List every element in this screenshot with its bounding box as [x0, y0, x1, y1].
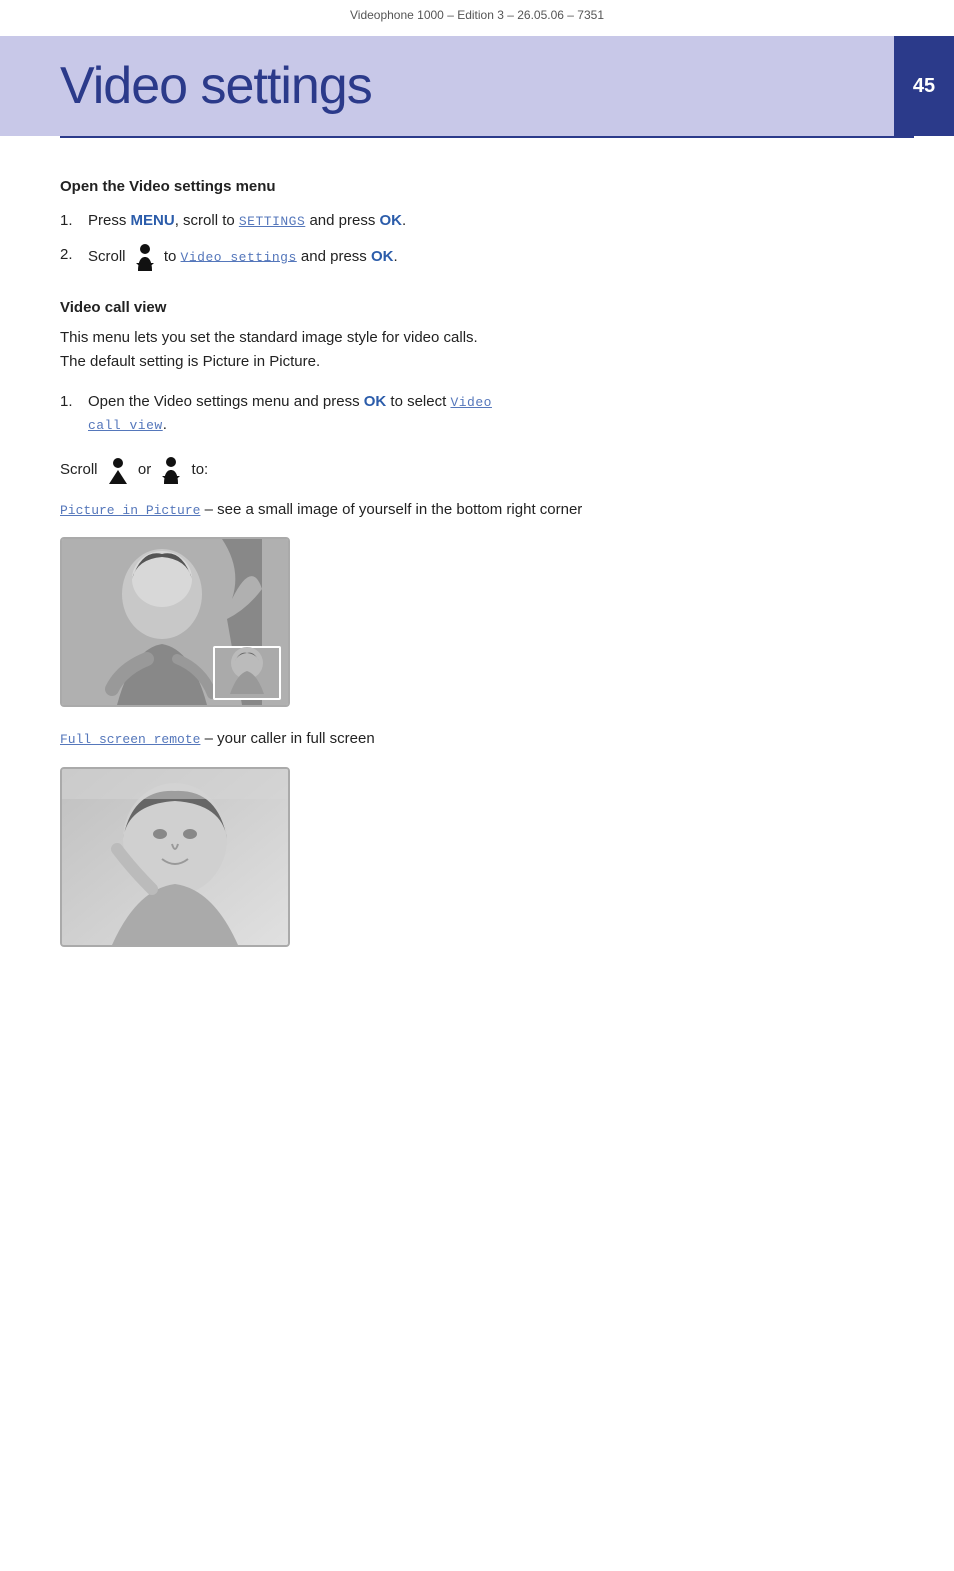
settings-link: SETTINGS — [239, 214, 305, 229]
vcv-step-1-content: Open the Video settings menu and press O… — [88, 390, 894, 437]
video-call-view-heading: Video call view — [60, 299, 894, 316]
video-settings-link: Video settings — [181, 249, 297, 264]
pip-label: Picture in Picture — [60, 503, 200, 518]
pip-desc-line: Picture in Picture – see a small image o… — [60, 498, 894, 521]
step-2-content: Scroll to Video settings and press OK. — [88, 243, 894, 271]
step-1: 1. Press MENU, scroll to SETTINGS and pr… — [60, 209, 894, 233]
fsr-desc-text: – your caller in full screen — [205, 730, 375, 747]
menu-keyword: MENU — [131, 212, 175, 229]
header-title: Videophone 1000 – Edition 3 – 26.05.06 –… — [350, 8, 604, 22]
pip-svg — [62, 539, 288, 705]
ok-keyword-2: OK — [371, 247, 394, 264]
vcv-step-1: 1. Open the Video settings menu and pres… — [60, 390, 894, 437]
vcv-step-1-num: 1. — [60, 390, 88, 414]
ok-keyword-1: OK — [380, 212, 403, 229]
step-2: 2. Scroll to Video settings and press OK… — [60, 243, 894, 271]
scroll-icons-line: Scroll or to: — [60, 456, 894, 484]
scroll-down-icon-2 — [157, 456, 185, 484]
title-text-area: Video settings — [0, 36, 894, 136]
fsr-illustration — [60, 767, 290, 947]
vcv-steps: 1. Open the Video settings menu and pres… — [60, 390, 894, 437]
fsr-svg — [62, 769, 288, 945]
header-bar: Videophone 1000 – Edition 3 – 26.05.06 –… — [0, 0, 954, 26]
main-content: Open the Video settings menu 1. Press ME… — [0, 138, 954, 1007]
open-menu-steps: 1. Press MENU, scroll to SETTINGS and pr… — [60, 209, 894, 271]
video-call-view-desc: This menu lets you set the standard imag… — [60, 326, 894, 374]
fsr-label: Full screen remote — [60, 732, 200, 747]
step-1-num: 1. — [60, 209, 88, 233]
step-1-content: Press MENU, scroll to SETTINGS and press… — [88, 209, 894, 232]
fsr-desc-line: Full screen remote – your caller in full… — [60, 727, 894, 750]
page-number-tab: 45 — [894, 36, 954, 136]
open-menu-heading: Open the Video settings menu — [60, 178, 894, 195]
ok-keyword-3: OK — [364, 393, 387, 410]
step-2-num: 2. — [60, 243, 88, 267]
title-section: Video settings 45 — [0, 36, 954, 136]
scroll-down-icon — [131, 243, 159, 271]
page-title: Video settings — [60, 56, 372, 116]
pip-illustration — [60, 537, 290, 707]
pip-desc-text: – see a small image of yourself in the b… — [205, 501, 583, 518]
scroll-up-icon — [104, 456, 132, 484]
video-call-view-link: Videocall view — [88, 395, 492, 433]
